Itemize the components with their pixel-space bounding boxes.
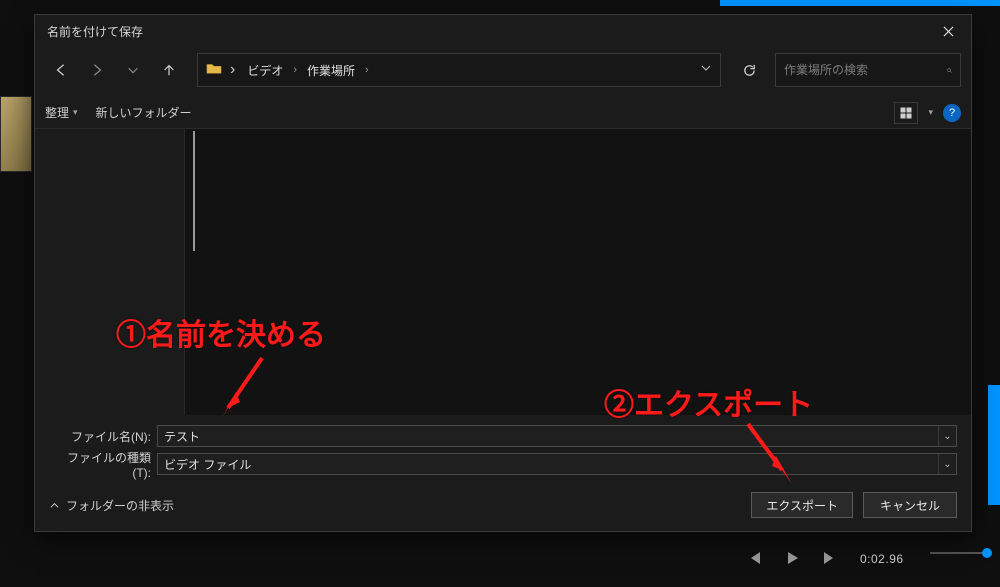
grid-view-icon xyxy=(900,107,912,119)
export-button[interactable]: エクスポート xyxy=(751,492,853,518)
search-input[interactable] xyxy=(784,63,939,77)
nav-recent-button[interactable] xyxy=(117,54,149,86)
hide-folders-toggle[interactable]: フォルダーの非表示 xyxy=(49,497,174,514)
breadcrumb-chevron[interactable]: › xyxy=(363,64,371,76)
arrow-up-icon xyxy=(162,63,176,77)
titlebar: 名前を付けて保存 xyxy=(35,15,971,47)
breadcrumb-seg-2[interactable]: 作業場所 xyxy=(303,60,359,81)
skip-back-icon[interactable] xyxy=(746,550,762,569)
toolbar: 整理 ▾ 新しいフォルダー ▾ ? xyxy=(35,97,971,129)
breadcrumb: ビデオ › 作業場所 › xyxy=(243,60,370,81)
chevron-down-icon[interactable]: ▾ xyxy=(928,107,933,118)
filename-input-wrap: ⌄ xyxy=(157,425,957,447)
button-label: エクスポート xyxy=(766,497,838,514)
close-icon xyxy=(943,26,954,37)
close-button[interactable] xyxy=(925,15,971,47)
bg-thumbnail xyxy=(0,96,32,172)
new-folder-button[interactable]: 新しいフォルダー xyxy=(96,104,192,121)
chevron-down-icon: ▾ xyxy=(73,107,78,118)
cancel-button[interactable]: キャンセル xyxy=(863,492,957,518)
dialog-title: 名前を付けて保存 xyxy=(47,23,143,40)
chevron-up-icon xyxy=(49,500,60,511)
refresh-icon xyxy=(742,63,757,78)
help-glyph: ? xyxy=(949,107,955,119)
arrow-right-icon xyxy=(90,63,104,77)
address-bar[interactable]: › ビデオ › 作業場所 › xyxy=(197,53,721,87)
dialog-footer: フォルダーの非表示 エクスポート キャンセル xyxy=(35,479,971,531)
filename-input[interactable] xyxy=(158,429,938,443)
filetype-label: ファイルの種類(T): xyxy=(49,449,157,480)
play-icon[interactable] xyxy=(784,550,800,569)
nav-up-button[interactable] xyxy=(153,54,185,86)
filetype-combobox[interactable]: ビデオ ファイル ⌄ xyxy=(157,453,957,475)
refresh-button[interactable] xyxy=(731,53,767,87)
breadcrumb-chevron[interactable]: › xyxy=(291,64,299,76)
nav-forward-button[interactable] xyxy=(81,54,113,86)
nav-back-button[interactable] xyxy=(45,54,77,86)
bg-player-controls: 0:02.96 xyxy=(740,544,1000,574)
search-box[interactable] xyxy=(775,53,961,87)
save-as-dialog: 名前を付けて保存 › ビデオ › 作業場所 › xyxy=(34,14,972,532)
column-divider[interactable] xyxy=(193,131,195,251)
chevron-down-icon xyxy=(126,63,140,77)
chevron-down-icon xyxy=(700,62,712,74)
breadcrumb-chevron[interactable]: › xyxy=(230,61,235,79)
breadcrumb-seg-1[interactable]: ビデオ xyxy=(243,60,287,81)
arrow-left-icon xyxy=(54,63,68,77)
filename-history-button[interactable]: ⌄ xyxy=(938,426,956,446)
bg-accent-bar xyxy=(720,0,1000,6)
file-list-pane[interactable] xyxy=(185,129,971,415)
bottom-fields: ファイル名(N): ⌄ ファイルの種類(T): ビデオ ファイル ⌄ xyxy=(35,415,971,479)
toolbar-label: 整理 xyxy=(45,104,69,121)
bg-volume-slider[interactable] xyxy=(930,552,990,554)
organize-menu[interactable]: 整理 ▾ xyxy=(45,104,78,121)
toolbar-label: 新しいフォルダー xyxy=(96,104,192,121)
address-dropdown-button[interactable] xyxy=(700,61,712,79)
folder-icon xyxy=(206,61,222,80)
hide-folders-label: フォルダーの非表示 xyxy=(66,497,174,514)
bg-right-accent xyxy=(988,385,1000,505)
navigation-tree[interactable] xyxy=(35,129,185,415)
nav-row: › ビデオ › 作業場所 › xyxy=(35,47,971,97)
view-mode-button[interactable] xyxy=(894,102,918,124)
filename-label: ファイル名(N): xyxy=(49,428,157,445)
button-label: キャンセル xyxy=(880,497,940,514)
search-icon xyxy=(947,64,952,77)
filetype-value: ビデオ ファイル xyxy=(158,456,938,473)
chevron-down-icon[interactable]: ⌄ xyxy=(938,454,956,474)
body-area xyxy=(35,129,971,415)
skip-fwd-icon[interactable] xyxy=(822,550,838,569)
help-button[interactable]: ? xyxy=(943,104,961,122)
bg-player-time: 0:02.96 xyxy=(860,552,904,566)
